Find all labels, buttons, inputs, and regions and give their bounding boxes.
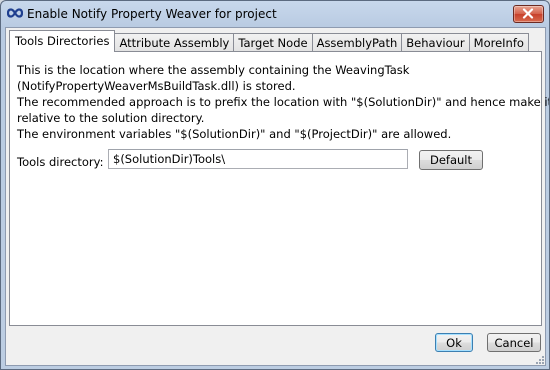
- description-line: relative to the solution directory.: [17, 111, 205, 125]
- tab-assembly-path[interactable]: AssemblyPath: [311, 33, 403, 52]
- description-text: This is the location where the assembly …: [17, 62, 550, 142]
- close-icon: [522, 8, 534, 19]
- description-line: (NotifyPropertyWeaverMsBuildTask.dll) is…: [17, 79, 296, 93]
- tab-attribute-assembly[interactable]: Attribute Assembly: [114, 33, 235, 52]
- description-line: This is the location where the assembly …: [17, 63, 410, 77]
- tools-directories-panel: This is the location where the assembly …: [9, 51, 550, 326]
- infinity-icon: [7, 8, 23, 18]
- tools-directory-input[interactable]: [108, 149, 408, 169]
- dialog-window: Enable Notify Property Weaver for projec…: [0, 0, 550, 370]
- tab-more-info[interactable]: MoreInfo: [468, 33, 529, 52]
- description-line: The recommended approach is to prefix th…: [17, 95, 550, 109]
- tab-strip: Tools Directories Attribute Assembly Tar…: [9, 30, 529, 52]
- tab-behaviour[interactable]: Behaviour: [401, 33, 470, 52]
- dialog-client-area: Tools Directories Attribute Assembly Tar…: [5, 27, 550, 366]
- cancel-button[interactable]: Cancel: [487, 333, 541, 352]
- description-line: The environment variables "$(SolutionDir…: [17, 127, 452, 141]
- resize-grip-icon[interactable]: [534, 354, 544, 364]
- window-title: Enable Notify Property Weaver for projec…: [27, 7, 277, 21]
- tab-target-node[interactable]: Target Node: [233, 33, 313, 52]
- tab-tools-directories[interactable]: Tools Directories: [9, 30, 116, 52]
- ok-button[interactable]: Ok: [435, 333, 473, 352]
- title-bar[interactable]: Enable Notify Property Weaver for projec…: [1, 1, 549, 27]
- default-button[interactable]: Default: [419, 150, 483, 170]
- close-button[interactable]: [513, 5, 544, 23]
- tools-directory-label: Tools directory:: [17, 155, 104, 169]
